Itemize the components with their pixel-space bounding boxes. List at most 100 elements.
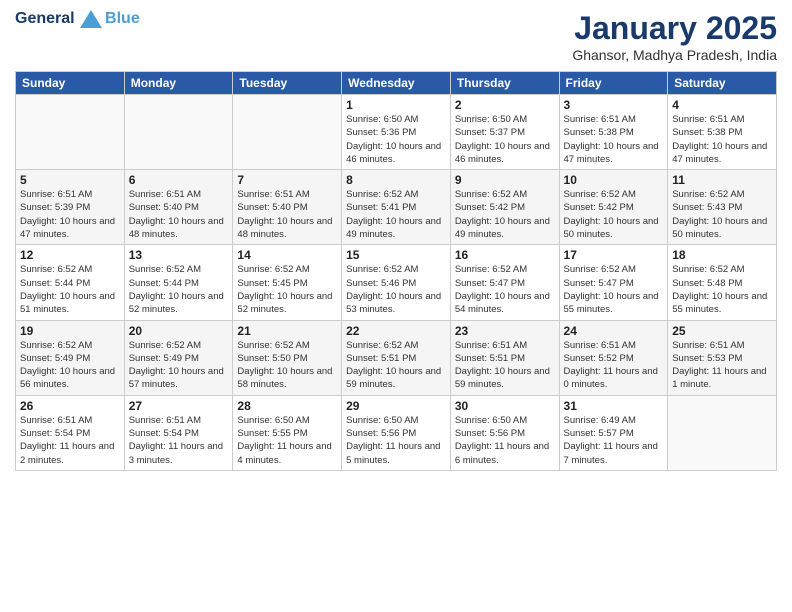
day-info: Sunrise: 6:52 AM Sunset: 5:42 PM Dayligh… xyxy=(455,188,555,241)
calendar-cell: 27Sunrise: 6:51 AM Sunset: 5:54 PM Dayli… xyxy=(124,395,233,470)
calendar-cell xyxy=(124,95,233,170)
day-number: 20 xyxy=(129,324,229,338)
day-number: 1 xyxy=(346,98,446,112)
day-info: Sunrise: 6:52 AM Sunset: 5:41 PM Dayligh… xyxy=(346,188,446,241)
day-number: 16 xyxy=(455,248,555,262)
calendar-cell: 28Sunrise: 6:50 AM Sunset: 5:55 PM Dayli… xyxy=(233,395,342,470)
calendar-cell xyxy=(668,395,777,470)
calendar-header-row: SundayMondayTuesdayWednesdayThursdayFrid… xyxy=(16,72,777,95)
calendar-cell: 10Sunrise: 6:52 AM Sunset: 5:42 PM Dayli… xyxy=(559,170,668,245)
calendar-cell: 13Sunrise: 6:52 AM Sunset: 5:44 PM Dayli… xyxy=(124,245,233,320)
calendar-day-header: Sunday xyxy=(16,72,125,95)
day-number: 13 xyxy=(129,248,229,262)
calendar-cell: 4Sunrise: 6:51 AM Sunset: 5:38 PM Daylig… xyxy=(668,95,777,170)
calendar-cell: 6Sunrise: 6:51 AM Sunset: 5:40 PM Daylig… xyxy=(124,170,233,245)
calendar-cell: 21Sunrise: 6:52 AM Sunset: 5:50 PM Dayli… xyxy=(233,320,342,395)
calendar-cell: 9Sunrise: 6:52 AM Sunset: 5:42 PM Daylig… xyxy=(450,170,559,245)
day-number: 3 xyxy=(564,98,664,112)
day-info: Sunrise: 6:52 AM Sunset: 5:47 PM Dayligh… xyxy=(455,263,555,316)
day-info: Sunrise: 6:50 AM Sunset: 5:37 PM Dayligh… xyxy=(455,113,555,166)
month-title: January 2025 xyxy=(572,10,777,47)
calendar-day-header: Monday xyxy=(124,72,233,95)
day-number: 27 xyxy=(129,399,229,413)
day-number: 11 xyxy=(672,173,772,187)
day-info: Sunrise: 6:52 AM Sunset: 5:46 PM Dayligh… xyxy=(346,263,446,316)
calendar-cell: 20Sunrise: 6:52 AM Sunset: 5:49 PM Dayli… xyxy=(124,320,233,395)
day-info: Sunrise: 6:50 AM Sunset: 5:36 PM Dayligh… xyxy=(346,113,446,166)
day-number: 4 xyxy=(672,98,772,112)
title-block: January 2025 Ghansor, Madhya Pradesh, In… xyxy=(572,10,777,63)
calendar-day-header: Tuesday xyxy=(233,72,342,95)
day-info: Sunrise: 6:49 AM Sunset: 5:57 PM Dayligh… xyxy=(564,414,664,467)
day-number: 19 xyxy=(20,324,120,338)
calendar-cell: 7Sunrise: 6:51 AM Sunset: 5:40 PM Daylig… xyxy=(233,170,342,245)
day-number: 23 xyxy=(455,324,555,338)
day-info: Sunrise: 6:51 AM Sunset: 5:54 PM Dayligh… xyxy=(129,414,229,467)
day-info: Sunrise: 6:51 AM Sunset: 5:40 PM Dayligh… xyxy=(129,188,229,241)
day-info: Sunrise: 6:52 AM Sunset: 5:51 PM Dayligh… xyxy=(346,339,446,392)
day-number: 14 xyxy=(237,248,337,262)
day-info: Sunrise: 6:50 AM Sunset: 5:55 PM Dayligh… xyxy=(237,414,337,467)
day-number: 18 xyxy=(672,248,772,262)
calendar-week-row: 26Sunrise: 6:51 AM Sunset: 5:54 PM Dayli… xyxy=(16,395,777,470)
calendar-cell: 2Sunrise: 6:50 AM Sunset: 5:37 PM Daylig… xyxy=(450,95,559,170)
day-number: 12 xyxy=(20,248,120,262)
calendar-cell: 25Sunrise: 6:51 AM Sunset: 5:53 PM Dayli… xyxy=(668,320,777,395)
day-number: 31 xyxy=(564,399,664,413)
day-number: 2 xyxy=(455,98,555,112)
calendar-cell: 15Sunrise: 6:52 AM Sunset: 5:46 PM Dayli… xyxy=(342,245,451,320)
day-number: 22 xyxy=(346,324,446,338)
calendar-cell: 5Sunrise: 6:51 AM Sunset: 5:39 PM Daylig… xyxy=(16,170,125,245)
day-info: Sunrise: 6:52 AM Sunset: 5:43 PM Dayligh… xyxy=(672,188,772,241)
day-info: Sunrise: 6:50 AM Sunset: 5:56 PM Dayligh… xyxy=(455,414,555,467)
day-info: Sunrise: 6:51 AM Sunset: 5:51 PM Dayligh… xyxy=(455,339,555,392)
day-info: Sunrise: 6:51 AM Sunset: 5:38 PM Dayligh… xyxy=(672,113,772,166)
calendar-cell: 3Sunrise: 6:51 AM Sunset: 5:38 PM Daylig… xyxy=(559,95,668,170)
logo-blue: Blue xyxy=(105,10,140,28)
day-number: 9 xyxy=(455,173,555,187)
day-info: Sunrise: 6:52 AM Sunset: 5:48 PM Dayligh… xyxy=(672,263,772,316)
day-info: Sunrise: 6:50 AM Sunset: 5:56 PM Dayligh… xyxy=(346,414,446,467)
calendar-cell: 8Sunrise: 6:52 AM Sunset: 5:41 PM Daylig… xyxy=(342,170,451,245)
day-number: 24 xyxy=(564,324,664,338)
day-number: 30 xyxy=(455,399,555,413)
day-info: Sunrise: 6:51 AM Sunset: 5:54 PM Dayligh… xyxy=(20,414,120,467)
calendar-cell: 17Sunrise: 6:52 AM Sunset: 5:47 PM Dayli… xyxy=(559,245,668,320)
calendar-cell: 26Sunrise: 6:51 AM Sunset: 5:54 PM Dayli… xyxy=(16,395,125,470)
day-number: 10 xyxy=(564,173,664,187)
day-info: Sunrise: 6:51 AM Sunset: 5:53 PM Dayligh… xyxy=(672,339,772,392)
calendar-day-header: Wednesday xyxy=(342,72,451,95)
day-number: 28 xyxy=(237,399,337,413)
day-info: Sunrise: 6:52 AM Sunset: 5:47 PM Dayligh… xyxy=(564,263,664,316)
day-number: 21 xyxy=(237,324,337,338)
page-container: General Blue January 2025 Ghansor, Madhy… xyxy=(0,0,792,481)
day-info: Sunrise: 6:51 AM Sunset: 5:39 PM Dayligh… xyxy=(20,188,120,241)
calendar-cell xyxy=(16,95,125,170)
calendar-day-header: Thursday xyxy=(450,72,559,95)
calendar-cell: 18Sunrise: 6:52 AM Sunset: 5:48 PM Dayli… xyxy=(668,245,777,320)
day-info: Sunrise: 6:52 AM Sunset: 5:44 PM Dayligh… xyxy=(20,263,120,316)
calendar-week-row: 19Sunrise: 6:52 AM Sunset: 5:49 PM Dayli… xyxy=(16,320,777,395)
logo: General Blue xyxy=(15,10,140,28)
logo-icon xyxy=(80,10,102,28)
calendar-cell: 29Sunrise: 6:50 AM Sunset: 5:56 PM Dayli… xyxy=(342,395,451,470)
day-info: Sunrise: 6:52 AM Sunset: 5:50 PM Dayligh… xyxy=(237,339,337,392)
day-number: 25 xyxy=(672,324,772,338)
header: General Blue January 2025 Ghansor, Madhy… xyxy=(15,10,777,63)
calendar-cell: 31Sunrise: 6:49 AM Sunset: 5:57 PM Dayli… xyxy=(559,395,668,470)
calendar-cell: 19Sunrise: 6:52 AM Sunset: 5:49 PM Dayli… xyxy=(16,320,125,395)
calendar-cell: 12Sunrise: 6:52 AM Sunset: 5:44 PM Dayli… xyxy=(16,245,125,320)
day-number: 6 xyxy=(129,173,229,187)
calendar-table: SundayMondayTuesdayWednesdayThursdayFrid… xyxy=(15,71,777,471)
calendar-cell: 24Sunrise: 6:51 AM Sunset: 5:52 PM Dayli… xyxy=(559,320,668,395)
day-number: 15 xyxy=(346,248,446,262)
calendar-cell: 22Sunrise: 6:52 AM Sunset: 5:51 PM Dayli… xyxy=(342,320,451,395)
day-info: Sunrise: 6:52 AM Sunset: 5:49 PM Dayligh… xyxy=(20,339,120,392)
day-info: Sunrise: 6:52 AM Sunset: 5:42 PM Dayligh… xyxy=(564,188,664,241)
day-number: 26 xyxy=(20,399,120,413)
calendar-cell: 16Sunrise: 6:52 AM Sunset: 5:47 PM Dayli… xyxy=(450,245,559,320)
calendar-week-row: 12Sunrise: 6:52 AM Sunset: 5:44 PM Dayli… xyxy=(16,245,777,320)
day-number: 29 xyxy=(346,399,446,413)
day-number: 8 xyxy=(346,173,446,187)
day-number: 5 xyxy=(20,173,120,187)
